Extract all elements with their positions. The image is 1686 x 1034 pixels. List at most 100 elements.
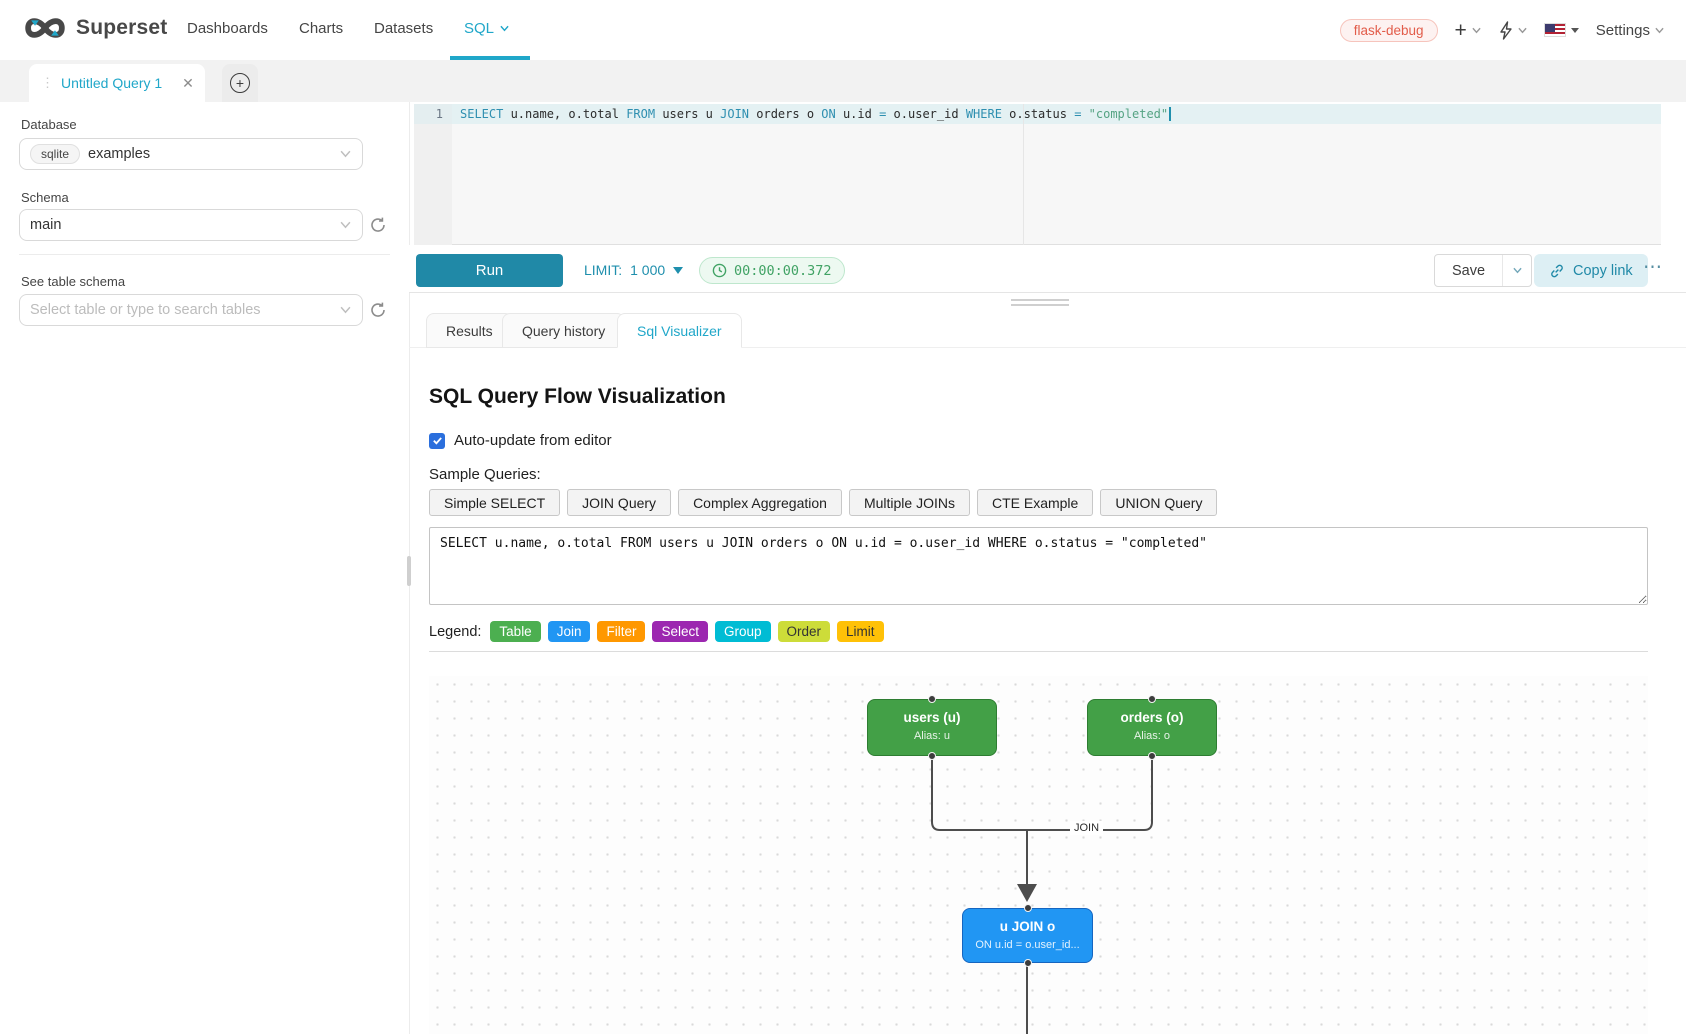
run-button[interactable]: Run bbox=[416, 254, 563, 287]
copy-link-button[interactable]: Copy link bbox=[1534, 254, 1648, 287]
chevron-down-icon bbox=[340, 306, 351, 314]
database-value: examples bbox=[88, 146, 150, 162]
legend-order-badge: Order bbox=[778, 621, 831, 642]
chevron-down-icon bbox=[340, 150, 351, 158]
superset-logo[interactable]: Superset bbox=[22, 13, 167, 43]
flow-node-orders-table[interactable]: orders (o) Alias: o bbox=[1087, 699, 1217, 756]
caret-down-icon bbox=[1571, 28, 1579, 33]
language-picker[interactable] bbox=[1544, 23, 1579, 37]
node-handle[interactable] bbox=[1148, 752, 1156, 760]
new-item-menu[interactable]: + bbox=[1455, 20, 1481, 41]
close-tab-icon[interactable]: ✕ bbox=[182, 75, 194, 92]
legend-select-badge: Select bbox=[652, 621, 708, 642]
query-flow-canvas[interactable]: users (u) Alias: u orders (o) Alias: o u… bbox=[429, 676, 1648, 1034]
query-tabstrip: ⋮ Untitled Query 1 ✕ + bbox=[0, 60, 1686, 102]
sample-complex-aggregation-button[interactable]: Complex Aggregation bbox=[678, 489, 842, 516]
drag-grip-icon[interactable]: ⋮ bbox=[41, 75, 53, 91]
caret-down-icon bbox=[673, 267, 683, 274]
node-subtitle: Alias: u bbox=[868, 730, 996, 742]
chevron-down-icon bbox=[500, 24, 509, 33]
schema-select[interactable]: main bbox=[19, 209, 363, 241]
nav-charts[interactable]: Charts bbox=[299, 20, 343, 37]
auto-update-label[interactable]: Auto-update from editor bbox=[454, 432, 612, 449]
sample-union-query-button[interactable]: UNION Query bbox=[1100, 489, 1217, 516]
sample-join-query-button[interactable]: JOIN Query bbox=[567, 489, 671, 516]
settings-label: Settings bbox=[1596, 22, 1650, 39]
query-input-textarea[interactable] bbox=[429, 527, 1648, 605]
database-label: Database bbox=[21, 117, 77, 132]
auto-update-checkbox[interactable] bbox=[429, 433, 445, 449]
top-navbar: Superset Dashboards Charts Datasets SQL … bbox=[0, 0, 1686, 60]
content-divider bbox=[429, 651, 1648, 652]
line-number: 1 bbox=[414, 104, 452, 124]
us-flag-icon bbox=[1544, 23, 1566, 37]
table-select[interactable]: Select table or type to search tables bbox=[19, 294, 363, 326]
chevron-down-icon bbox=[1655, 26, 1664, 35]
settings-menu[interactable]: Settings bbox=[1596, 22, 1664, 39]
editor-gutter: 1 bbox=[414, 104, 452, 245]
sidebar-resize-grip[interactable] bbox=[407, 556, 411, 586]
result-tabs: Results Query history Sql Visualizer bbox=[409, 312, 1686, 348]
sidebar-divider bbox=[19, 254, 390, 255]
flow-node-join[interactable]: u JOIN o ON u.id = o.user_id... bbox=[962, 908, 1093, 963]
node-title: orders (o) bbox=[1088, 710, 1216, 725]
save-split-button: Save bbox=[1434, 254, 1532, 287]
editor-print-margin bbox=[1023, 104, 1024, 245]
node-handle[interactable] bbox=[1024, 904, 1032, 912]
nav-datasets[interactable]: Datasets bbox=[374, 20, 433, 37]
brand-name: Superset bbox=[76, 16, 167, 40]
nav-dashboards[interactable]: Dashboards bbox=[187, 20, 268, 37]
sql-code-line: SELECT u.name, o.total FROM users u JOIN… bbox=[460, 107, 1171, 121]
copy-link-label: Copy link bbox=[1573, 263, 1633, 279]
check-icon bbox=[432, 435, 443, 446]
tab-sql-visualizer[interactable]: Sql Visualizer bbox=[617, 313, 742, 348]
save-dropdown-button[interactable] bbox=[1502, 255, 1531, 286]
table-select-placeholder: Select table or type to search tables bbox=[30, 302, 261, 318]
refresh-schemas-icon[interactable] bbox=[369, 216, 387, 234]
editor-toolbar: Run LIMIT: 1 000 00:00:00.372 Save bbox=[409, 245, 1686, 293]
database-select[interactable]: sqlite examples bbox=[19, 138, 363, 170]
auto-update-row: Auto-update from editor bbox=[429, 432, 612, 449]
query-tab-title: Untitled Query 1 bbox=[61, 75, 162, 91]
pane-resize-grip[interactable] bbox=[1011, 299, 1069, 307]
refresh-tables-icon[interactable] bbox=[369, 301, 387, 319]
limit-value: 1 000 bbox=[630, 262, 665, 278]
schema-label: Schema bbox=[21, 190, 69, 205]
environment-tag: flask-debug bbox=[1340, 19, 1438, 42]
sample-simple-select-button[interactable]: Simple SELECT bbox=[429, 489, 560, 516]
query-tab-active[interactable]: ⋮ Untitled Query 1 ✕ bbox=[29, 64, 205, 102]
sql-lab-sidebar: Database sqlite examples Schema main See… bbox=[0, 102, 409, 1034]
plus-circle-icon: + bbox=[230, 73, 250, 93]
legend-group-badge: Group bbox=[715, 621, 771, 642]
sample-cte-example-button[interactable]: CTE Example bbox=[977, 489, 1093, 516]
legend-filter-badge: Filter bbox=[597, 621, 645, 642]
more-options-button[interactable]: ⋯ bbox=[1643, 256, 1663, 279]
chevron-down-icon bbox=[340, 221, 351, 229]
tab-query-history[interactable]: Query history bbox=[502, 313, 625, 348]
new-query-tab-button[interactable]: + bbox=[222, 64, 258, 102]
query-search-menu[interactable] bbox=[1498, 21, 1527, 40]
flow-node-users-table[interactable]: users (u) Alias: u bbox=[867, 699, 997, 756]
navbar-right-cluster: flask-debug + Settings bbox=[1340, 0, 1664, 60]
arrowhead-icon bbox=[1017, 884, 1037, 902]
sql-lab-window: Superset Dashboards Charts Datasets SQL … bbox=[0, 0, 1686, 1034]
legend-label: Legend: bbox=[429, 624, 481, 640]
node-handle[interactable] bbox=[1148, 695, 1156, 703]
sample-query-buttons: Simple SELECT JOIN Query Complex Aggrega… bbox=[429, 489, 1217, 516]
join-edge-label: JOIN bbox=[1070, 821, 1103, 835]
plus-icon: + bbox=[1455, 20, 1467, 41]
page-title: SQL Query Flow Visualization bbox=[429, 385, 726, 409]
save-button[interactable]: Save bbox=[1435, 255, 1502, 286]
nav-sql-label: SQL bbox=[464, 20, 494, 37]
database-type-badge: sqlite bbox=[30, 144, 80, 164]
node-handle[interactable] bbox=[1024, 959, 1032, 967]
node-handle[interactable] bbox=[928, 695, 936, 703]
tab-results[interactable]: Results bbox=[426, 313, 513, 348]
link-icon bbox=[1549, 263, 1565, 279]
limit-dropdown[interactable]: LIMIT: 1 000 bbox=[584, 262, 683, 278]
nav-sql[interactable]: SQL bbox=[464, 20, 509, 37]
sql-editor[interactable]: 1 SELECT u.name, o.total FROM users u JO… bbox=[414, 104, 1661, 245]
node-handle[interactable] bbox=[928, 752, 936, 760]
sample-multiple-joins-button[interactable]: Multiple JOINs bbox=[849, 489, 970, 516]
legend-limit-badge: Limit bbox=[837, 621, 884, 642]
